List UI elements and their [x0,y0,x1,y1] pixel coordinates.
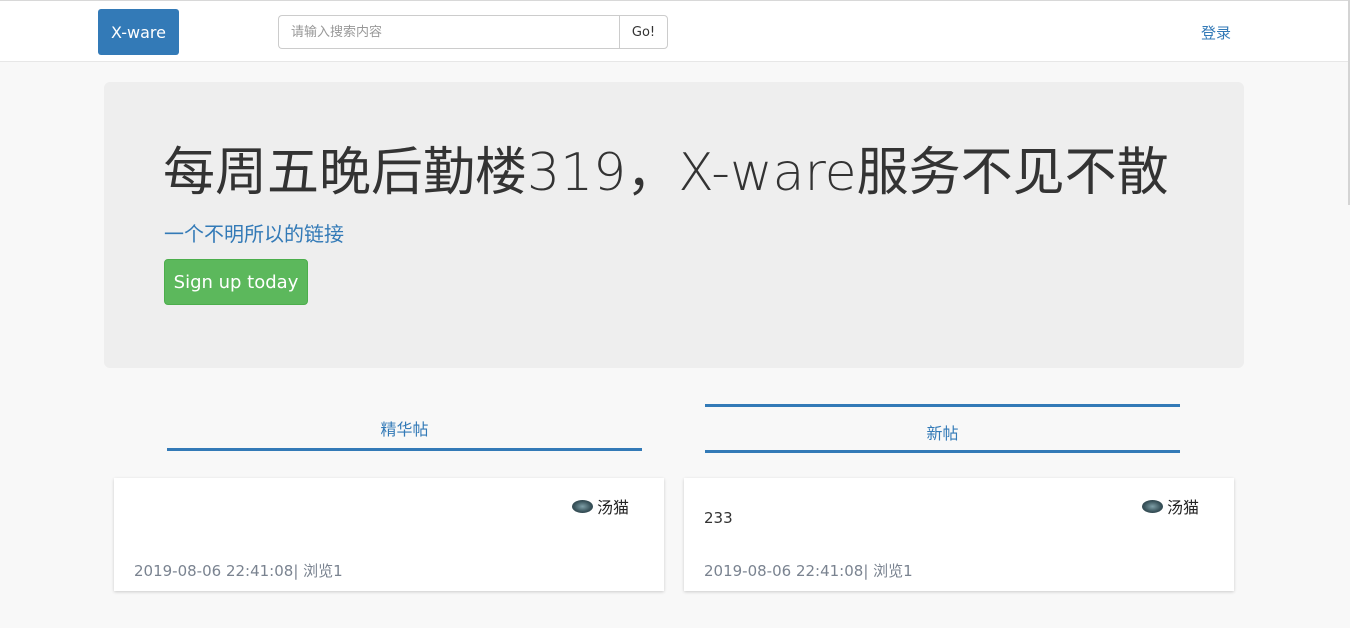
post-meta: 2019-08-06 22:41:08| 浏览1 [134,560,343,581]
post-author[interactable]: 汤猫 [571,494,629,518]
hero-title: 每周五晚后勤楼319，X-ware服务不见不散 [163,143,1169,203]
post-views: | 浏览1 [293,562,343,580]
post-time: 2019-08-06 22:41:08 [704,562,864,580]
avatar [571,499,593,513]
hero-link[interactable]: 一个不明所以的链接 [164,218,344,247]
brand-logo-link[interactable]: X-ware [98,9,179,55]
hero-jumbotron: 每周五晚后勤楼319，X-ware服务不见不散 一个不明所以的链接 Sign u… [104,82,1244,368]
avatar [1141,499,1163,513]
post-card[interactable]: 汤猫 2019-08-06 22:41:08| 浏览1 [114,478,664,591]
signup-button[interactable]: Sign up today [164,259,308,305]
post-body: 233 [704,509,733,527]
search-form: Go! [278,15,668,49]
search-input[interactable] [278,15,619,49]
post-author[interactable]: 汤猫 [1141,494,1199,518]
post-card[interactable]: 汤猫 233 2019-08-06 22:41:08| 浏览1 [684,478,1234,591]
tab-new-posts[interactable]: 新帖 [705,404,1180,453]
search-button[interactable]: Go! [619,15,668,49]
top-divider [0,0,1350,1]
tab-featured-posts[interactable]: 精华帖 [167,405,642,451]
login-link[interactable]: 登录 [1201,22,1231,43]
author-name: 汤猫 [1166,498,1199,517]
post-meta: 2019-08-06 22:41:08| 浏览1 [704,560,913,581]
post-time: 2019-08-06 22:41:08 [134,562,294,580]
author-name: 汤猫 [596,498,629,517]
navbar: X-ware Go! 登录 [0,0,1350,62]
post-views: | 浏览1 [863,562,913,580]
